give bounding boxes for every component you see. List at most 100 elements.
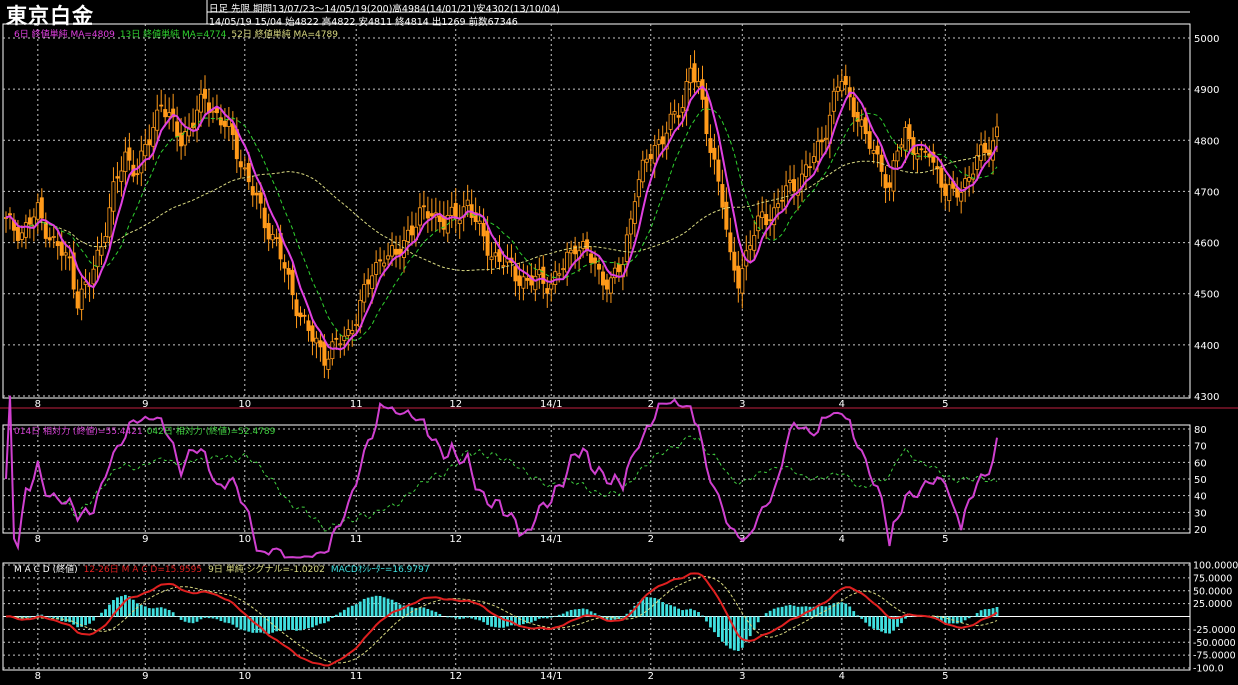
candle-body [967, 177, 972, 182]
y-tick-label: 40 [1194, 492, 1207, 503]
histogram-bar [104, 609, 107, 617]
histogram-bar [418, 607, 422, 617]
candle-body [628, 218, 633, 235]
histogram-bar [494, 616, 497, 628]
candle-body [660, 136, 665, 145]
rsi-legend-1: 042日 相対力 (終値)=52.4789 [147, 425, 276, 437]
x-tick-label: 12 [449, 671, 462, 682]
candle-body [871, 150, 876, 154]
histogram-bar [995, 606, 999, 617]
x-tick-label: 12 [449, 399, 462, 410]
y-tick-label: 70 [1194, 442, 1207, 453]
candle-body [457, 219, 462, 225]
y-tick-label: 4800 [1194, 136, 1219, 147]
candle-body [581, 241, 586, 249]
histogram-bar [275, 616, 279, 632]
candle-body [401, 240, 406, 258]
candle-body [298, 312, 303, 318]
price-legend-0: 6日 終値単純 MA=4809 [14, 28, 115, 40]
histogram-bar [780, 606, 784, 617]
candle-body [780, 199, 785, 202]
candle-body [199, 93, 203, 113]
histogram-bar [768, 610, 772, 617]
y-tick-label: 80 [1194, 425, 1207, 436]
histogram-bar [307, 616, 310, 629]
histogram-bar [362, 598, 366, 617]
candle-body [501, 265, 506, 268]
histogram-bar [979, 610, 983, 617]
histogram-bar [621, 616, 625, 618]
candle-body [668, 113, 673, 130]
candle-body [565, 251, 570, 273]
histogram-bar [478, 616, 481, 621]
histogram-bar [518, 616, 521, 626]
candle-body [720, 184, 725, 208]
candle-body [963, 178, 968, 188]
candle-body [760, 211, 765, 218]
histogram-bar [183, 616, 187, 622]
candle-body [314, 337, 319, 344]
candle-body [943, 183, 948, 196]
histogram-bar [211, 616, 215, 619]
histogram-bar [470, 616, 474, 619]
candle-body [477, 220, 482, 224]
histogram-bar [963, 616, 967, 621]
candle-body [644, 158, 649, 163]
candle-body [23, 222, 28, 238]
x-tick-label: 5 [942, 399, 948, 410]
histogram-bar [458, 616, 462, 620]
candle-body [557, 273, 562, 276]
histogram-bar [382, 597, 386, 617]
candle-body [123, 151, 128, 172]
candle-body [604, 279, 609, 290]
x-tick-label: 14/1 [540, 399, 562, 410]
candle-body [63, 252, 68, 256]
candle-body [811, 156, 816, 164]
candle-body [561, 268, 566, 271]
histogram-bar [880, 616, 883, 632]
candle-body [895, 150, 900, 162]
y-tick-label: -50.0000 [1193, 638, 1236, 649]
panel-frame-2 [2, 424, 1191, 534]
candle-body [437, 215, 442, 223]
histogram-bar [52, 616, 56, 619]
histogram-bar [983, 609, 987, 617]
histogram-bar [259, 616, 263, 633]
candle-body [107, 207, 112, 238]
x-tick-label: 14/1 [540, 671, 562, 682]
candle-body [616, 264, 621, 273]
candle-body [222, 120, 227, 127]
y-tick-label: 4400 [1194, 341, 1219, 352]
candle-body [975, 155, 980, 170]
x-tick-label: 4 [839, 671, 845, 682]
histogram-bar [279, 616, 282, 631]
histogram-bar [338, 612, 342, 617]
candle-body [202, 89, 207, 99]
candle-body [489, 256, 494, 261]
y-tick-label: 60 [1194, 458, 1207, 469]
candle-body [79, 288, 84, 310]
histogram-bar [705, 616, 708, 622]
y-tick-label: 4300 [1194, 392, 1219, 403]
histogram-bar [215, 616, 219, 620]
histogram-bar [721, 616, 724, 642]
candle-body [835, 86, 840, 92]
histogram-bar [888, 616, 891, 634]
histogram-bar [163, 608, 167, 617]
candle-body [680, 107, 685, 113]
candle-body [91, 268, 96, 285]
histogram-bar [462, 616, 466, 619]
candle-body [485, 230, 490, 256]
candle-body [163, 109, 168, 118]
histogram-bar [764, 613, 768, 617]
histogram-bar [959, 616, 963, 623]
histogram-bar [709, 616, 712, 628]
candle-body [465, 199, 470, 206]
histogram-bar [147, 608, 151, 617]
chart-canvas[interactable]: 4300 4400 4500 4600 4700 4800 4900 5000 8 9 10 11 12… [0, 0, 1238, 685]
histogram-bar [394, 602, 398, 617]
histogram-bar [295, 616, 298, 631]
candle-body [47, 237, 52, 241]
histogram-bar [84, 616, 87, 626]
candle-body [533, 275, 538, 291]
